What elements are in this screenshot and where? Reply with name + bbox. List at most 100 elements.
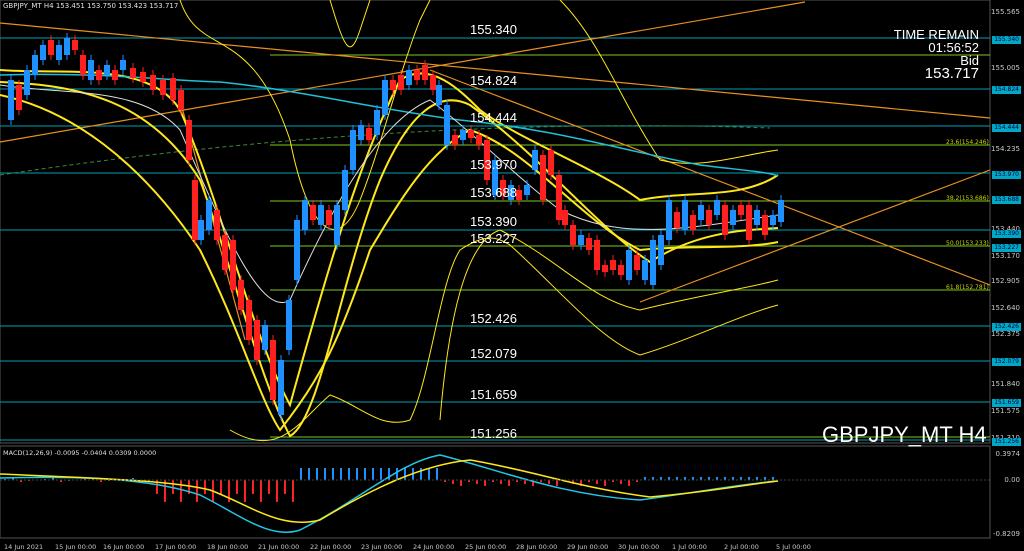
candle-body: [130, 68, 136, 78]
macd-bar: [196, 480, 198, 502]
bid-value: 153.717: [924, 65, 979, 82]
candle-body: [754, 210, 760, 225]
macd-bar: [436, 468, 438, 480]
level-label: 153.688: [470, 185, 517, 200]
candle-body: [104, 65, 110, 75]
candle-body: [198, 220, 204, 240]
candle-body: [178, 90, 184, 110]
candle-body: [674, 212, 680, 228]
level-label: 153.390: [470, 214, 517, 229]
candle-body: [430, 75, 436, 90]
price-axis-label: 151.659: [992, 399, 1021, 407]
candle-body: [594, 240, 600, 270]
candle-body: [690, 215, 696, 230]
candle-body: [160, 80, 166, 95]
candle-body: [88, 60, 94, 80]
candle-body: [642, 260, 648, 280]
candle-body: [422, 65, 428, 80]
candle-body: [374, 110, 380, 135]
price-axis-label: 151.575: [991, 407, 1020, 415]
macd-bar: [284, 480, 286, 494]
candle-body: [390, 80, 396, 90]
candle-body: [80, 55, 86, 75]
macd-bar: [388, 468, 390, 480]
candle-body: [524, 185, 530, 195]
candle-body: [658, 235, 664, 265]
candle-body: [72, 40, 78, 50]
macd-bar: [372, 468, 374, 480]
candle-body: [358, 125, 364, 140]
price-axis-label: 152.640: [991, 304, 1020, 312]
candle-body: [96, 70, 102, 80]
candle-body: [762, 215, 768, 235]
macd-bar: [292, 480, 294, 502]
level-label: 152.426: [470, 311, 517, 326]
candle-body: [262, 325, 268, 350]
candle-body: [398, 75, 404, 90]
macd-bar: [476, 480, 478, 484]
price-axis-label: 153.970: [992, 171, 1021, 179]
candle-body: [556, 175, 562, 220]
candle-body: [278, 360, 284, 415]
price-axis-label: 152.905: [991, 277, 1020, 285]
macd-bar: [220, 480, 222, 494]
candle-body: [222, 235, 228, 270]
candle-body: [738, 205, 744, 215]
macd-bar: [300, 468, 302, 480]
macd-bar: [404, 468, 406, 480]
price-axis-label: 154.235: [991, 145, 1020, 153]
macd-bar: [180, 480, 182, 502]
candle-body: [382, 80, 388, 115]
candle-body: [206, 200, 212, 230]
level-label: 154.824: [470, 73, 517, 88]
macd-bar: [452, 480, 454, 484]
fib-label: 61.8(152.781): [946, 284, 989, 291]
candle-body: [342, 170, 348, 210]
candle-body: [32, 55, 38, 75]
chart-header: GBPJPY_MT H4 153.451 153.750 153.423 153…: [3, 2, 179, 10]
candle-body: [350, 130, 356, 170]
candle-body: [40, 45, 46, 60]
candle-body: [602, 265, 608, 272]
macd-label: MACD(12,26,9) -0.0095 -0.0404 0.0309 0.0…: [3, 449, 157, 457]
candle-body: [326, 210, 332, 225]
macd-axis-label: -0.8209: [992, 530, 1020, 538]
candle-body: [562, 210, 568, 225]
candle-body: [586, 238, 592, 250]
candle-body: [334, 205, 340, 245]
symbol-watermark: GBPJPY_MT H4: [822, 422, 987, 447]
candle-body: [706, 210, 712, 225]
price-axis-label: 155.565: [991, 8, 1020, 16]
candle-body: [476, 135, 482, 145]
macd-bar: [628, 480, 630, 486]
candle-body: [578, 235, 584, 245]
candle-body: [540, 155, 546, 200]
candle-body: [698, 205, 704, 220]
candle-body: [444, 105, 450, 145]
macd-bar: [332, 468, 334, 480]
candle-body: [452, 135, 458, 145]
macd-bar: [316, 468, 318, 480]
candle-body: [722, 205, 728, 235]
macd-bar: [324, 468, 326, 480]
candle-body: [548, 150, 554, 175]
candle-body: [406, 70, 412, 85]
candle-body: [778, 200, 784, 222]
candle-body: [112, 70, 118, 80]
candle-body: [746, 205, 752, 240]
candle-body: [682, 200, 688, 230]
macd-bar: [556, 480, 558, 486]
candle-body: [318, 205, 324, 225]
price-axis-label: 152.079: [992, 358, 1021, 366]
price-axis-label: 153.170: [991, 252, 1020, 260]
macd-bar: [340, 468, 342, 480]
candle-body: [120, 60, 126, 70]
candle-body: [246, 300, 252, 340]
macd-bar: [460, 480, 462, 486]
macd-bar: [548, 480, 550, 484]
candle-body: [48, 40, 54, 55]
macd-line: [0, 454, 779, 533]
candle-body: [650, 240, 656, 285]
candle-body: [770, 215, 776, 225]
level-label: 153.970: [470, 157, 517, 172]
